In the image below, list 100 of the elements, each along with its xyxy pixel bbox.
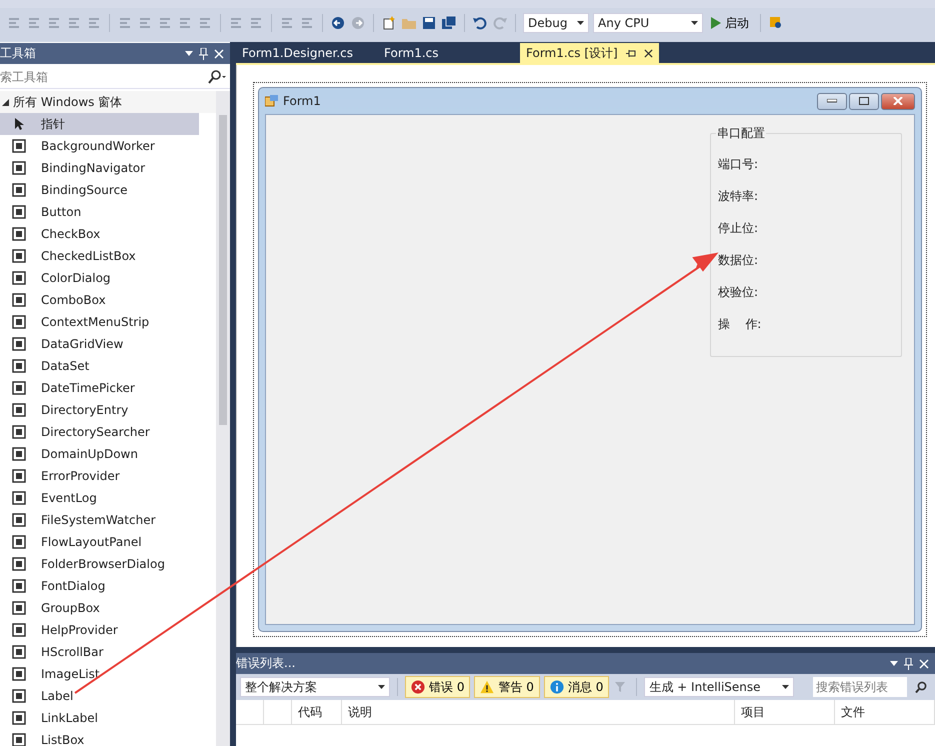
control-icon — [12, 513, 26, 527]
document-tab[interactable]: Form1.cs [设计] — [520, 43, 659, 63]
toolbox-item[interactable]: ContextMenuStrip — [0, 311, 199, 333]
search-icon[interactable] — [208, 70, 226, 84]
column-header[interactable]: 说明 — [342, 700, 735, 724]
toolbox-item[interactable]: BindingSource — [0, 179, 199, 201]
align-icon[interactable] — [86, 15, 102, 31]
platform-dropdown[interactable]: Any CPU — [593, 13, 703, 33]
toolbox-item[interactable]: BackgroundWorker — [0, 135, 199, 157]
align-icon[interactable] — [279, 15, 295, 31]
toolbox-item[interactable]: GroupBox — [0, 597, 199, 619]
source-dropdown[interactable]: 生成 + IntelliSense — [644, 677, 794, 697]
control-icon — [12, 403, 26, 417]
filter-button[interactable]: 消息 0 — [544, 676, 610, 698]
expander-icon[interactable] — [2, 98, 9, 106]
align-icon[interactable] — [117, 15, 133, 31]
toolbox-item[interactable]: ErrorProvider — [0, 465, 199, 487]
toolbox-item[interactable]: FileSystemWatcher — [0, 509, 199, 531]
scrollbar[interactable] — [216, 91, 230, 746]
pin-icon[interactable] — [626, 48, 636, 58]
group-header[interactable]: 所有 Windows 窗体 — [0, 91, 216, 113]
toolbox-item[interactable]: DirectoryEntry — [0, 399, 199, 421]
maximize-button[interactable] — [849, 92, 879, 110]
align-icon[interactable] — [26, 15, 42, 31]
toolbox-item[interactable]: CheckedListBox — [0, 245, 199, 267]
toolbox-item[interactable]: DirectorySearcher — [0, 421, 199, 443]
control-icon — [12, 447, 26, 461]
dropdown-icon[interactable] — [890, 661, 898, 666]
undo-icon[interactable] — [472, 15, 488, 31]
warning-icon — [480, 680, 494, 694]
toolbox-item[interactable]: HScrollBar — [0, 641, 199, 663]
column-header[interactable]: 项目 — [735, 700, 835, 724]
control-icon — [12, 733, 26, 746]
align-icon[interactable] — [228, 15, 244, 31]
filter-button[interactable]: 警告 0 — [474, 676, 540, 698]
caret-icon — [782, 685, 790, 689]
minimize-button[interactable] — [817, 92, 847, 110]
control-icon — [12, 293, 26, 307]
toolbox-item[interactable]: FlowLayoutPanel — [0, 531, 199, 553]
configuration-dropdown[interactable]: Debug — [523, 13, 589, 33]
control-icon — [12, 535, 26, 549]
close-button[interactable] — [881, 92, 915, 110]
form-window[interactable]: Form1 串口配置 端口号: 波特率: 停止位: 数据位: 校验位: 操 作: — [258, 87, 922, 632]
column-header[interactable]: 文件 — [835, 700, 935, 724]
document-tab[interactable]: Form1.Designer.cs — [236, 43, 376, 63]
scope-dropdown[interactable]: 整个解决方案 — [240, 677, 390, 697]
start-button[interactable]: 启动 — [707, 13, 753, 33]
align-icon[interactable] — [157, 15, 173, 31]
align-icon[interactable] — [6, 15, 22, 31]
toolbox-item[interactable]: Button — [0, 201, 199, 223]
control-icon — [12, 227, 26, 241]
control-icon — [12, 183, 26, 197]
toolbox-item[interactable]: DataGridView — [0, 333, 199, 355]
control-icon — [12, 359, 26, 373]
control-icon — [12, 645, 26, 659]
search-icon[interactable] — [915, 681, 927, 693]
find-icon[interactable] — [768, 15, 784, 31]
toolbox-item[interactable]: DateTimePicker — [0, 377, 199, 399]
save-all-icon[interactable] — [441, 15, 457, 31]
group-label: 所有 Windows 窗体 — [13, 94, 122, 110]
toolbox-item[interactable]: EventLog — [0, 487, 199, 509]
toolbox-item[interactable]: Label — [0, 685, 199, 707]
toolbox-item[interactable]: ComboBox — [0, 289, 199, 311]
back-icon[interactable] — [330, 15, 346, 31]
new-item-icon[interactable] — [381, 15, 397, 31]
align-icon[interactable] — [177, 15, 193, 31]
filter-button[interactable]: 错误 0 — [405, 676, 470, 698]
document-tab[interactable]: Form1.cs — [378, 43, 518, 63]
control-icon — [12, 205, 26, 219]
close-icon — [893, 97, 903, 105]
toolbox-item[interactable]: FolderBrowserDialog — [0, 553, 199, 575]
toolbox-item[interactable]: ColorDialog — [0, 267, 199, 289]
align-icon[interactable] — [197, 15, 213, 31]
toolbox-item[interactable]: HelpProvider — [0, 619, 199, 641]
control-icon — [12, 601, 26, 615]
toolbox-item[interactable]: ListBox — [0, 729, 199, 746]
control-icon — [12, 337, 26, 351]
column-header[interactable]: 代码 — [292, 700, 342, 724]
toolbox-item[interactable]: ImageList — [0, 663, 199, 685]
search-field[interactable]: 搜索错误列表 — [813, 677, 907, 697]
toolbox-item[interactable]: 指针 — [0, 113, 199, 135]
align-icon[interactable] — [46, 15, 62, 31]
dropdown-icon[interactable] — [185, 51, 193, 56]
align-icon[interactable] — [299, 15, 315, 31]
control-icon — [12, 711, 26, 725]
align-icon[interactable] — [248, 15, 264, 31]
toolbox-item[interactable]: BindingNavigator — [0, 157, 199, 179]
info-icon — [550, 680, 564, 694]
toolbox-item[interactable]: CheckBox — [0, 223, 199, 245]
align-icon[interactable] — [66, 15, 82, 31]
toolbox-item[interactable]: LinkLabel — [0, 707, 199, 729]
align-icon[interactable] — [137, 15, 153, 31]
close-icon[interactable] — [644, 48, 653, 58]
toolbox-item[interactable]: DataSet — [0, 355, 199, 377]
save-icon[interactable] — [421, 15, 437, 31]
field-label: 波特率: — [718, 188, 760, 204]
toolbox-item[interactable]: FontDialog — [0, 575, 199, 597]
control-icon — [12, 623, 26, 637]
toolbox-item[interactable]: DomainUpDown — [0, 443, 199, 465]
group-box-title: 串口配置 — [716, 125, 766, 142]
